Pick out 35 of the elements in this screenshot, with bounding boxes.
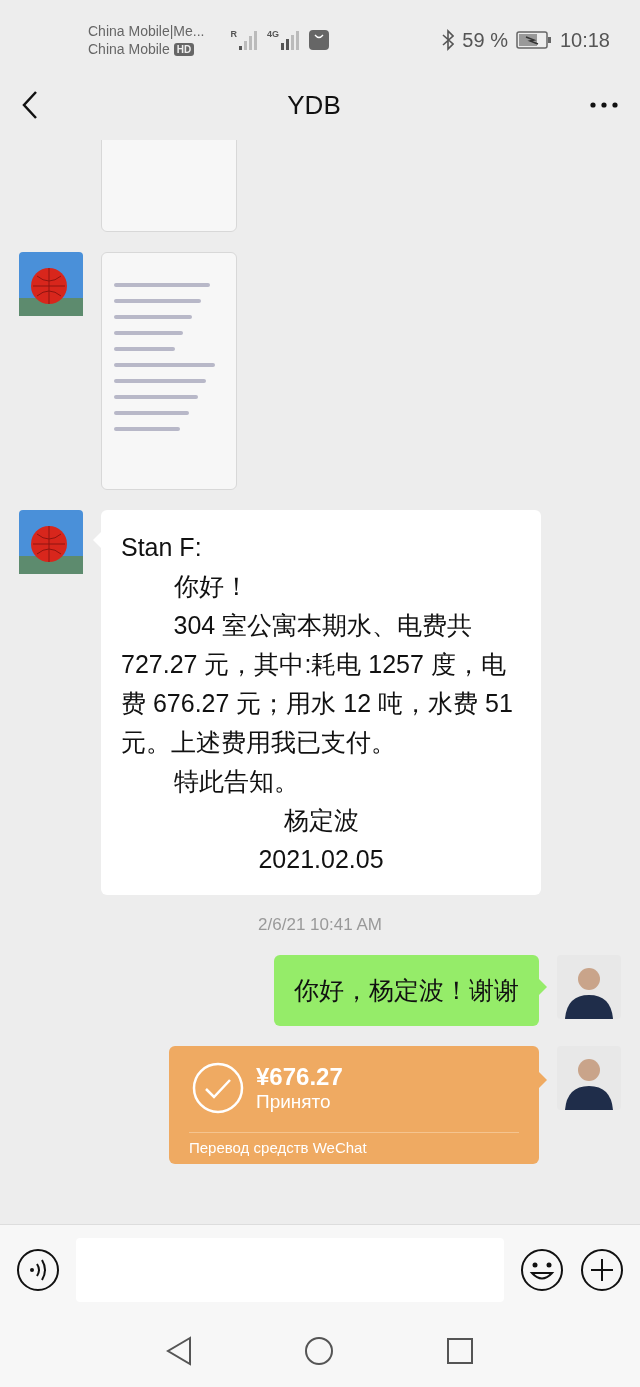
back-nav-button[interactable] [166, 1336, 192, 1366]
bluetooth-icon [442, 29, 455, 51]
chat-title: YDB [287, 89, 341, 121]
screenshot-thumbnail[interactable] [101, 140, 237, 232]
add-button[interactable] [580, 1248, 624, 1292]
check-circle-icon [192, 1062, 244, 1114]
transfer-amount: ¥676.27 [256, 1063, 343, 1091]
home-nav-button[interactable] [304, 1336, 334, 1366]
message-timestamp: 2/6/21 10:41 AM [258, 915, 382, 935]
message-text: Stan F: [121, 532, 203, 563]
battery-charging-icon [515, 31, 552, 49]
network-label: 4G [266, 29, 279, 39]
screenshot-thumbnail[interactable] [101, 252, 237, 490]
carrier-name: China Mobile [88, 41, 170, 57]
hd-badge: HD [173, 42, 195, 56]
back-button[interactable] [22, 90, 38, 120]
signal-icon [281, 29, 301, 51]
roaming-label: R [230, 29, 237, 39]
message-text: 2021.02.05 [257, 844, 385, 875]
message-text: 杨定波 [282, 805, 360, 836]
transfer-caption: Перевод средств WeChat [189, 1139, 368, 1156]
message-text: 你好，杨定波！谢谢 [294, 975, 519, 1006]
message-text: 特此告知。 [172, 766, 300, 797]
app-store-icon [309, 30, 329, 50]
signal-icon [238, 29, 259, 51]
recents-nav-button[interactable] [446, 1337, 474, 1365]
transfer-status: Принято [256, 1091, 332, 1113]
clock-time: 10:18 [559, 28, 610, 52]
voice-input-button[interactable] [16, 1248, 60, 1292]
message-text: 你好！ [172, 571, 250, 602]
carrier-name: China Mobile|Me... [88, 23, 205, 39]
emoji-button[interactable] [520, 1248, 564, 1292]
battery-percent: 59 % [462, 28, 508, 52]
more-options-button[interactable] [590, 102, 618, 108]
message-text: 304 室公寓本期水、电费共727.27 元，其中:耗电 1257 度，电费 676.27 元；用水 12 吨，水费 51 元。上述费用我已支付。 [121, 610, 514, 758]
